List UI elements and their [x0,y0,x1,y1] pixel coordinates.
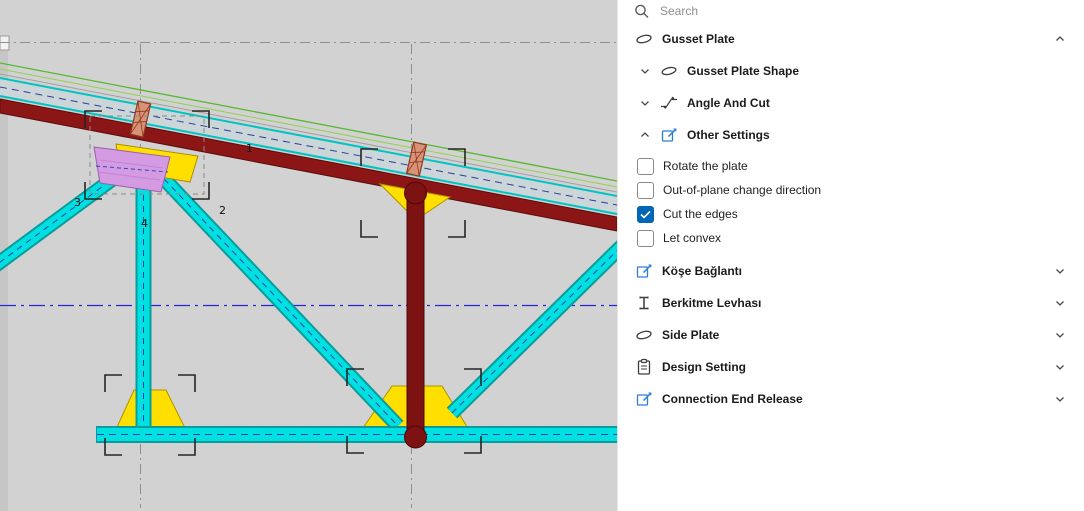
section-label: Side Plate [662,328,719,342]
edit-icon [660,126,678,144]
member-label-3: 3 [74,196,81,209]
checkbox-label: Out-of-plane change direction [663,183,821,197]
chevron-down-icon [1054,329,1066,341]
section-connection-end-release[interactable]: Connection End Release [618,386,1084,412]
search-icon [634,3,650,19]
section-label: Connection End Release [662,392,803,406]
edit-icon [635,390,653,408]
angle-cut-icon [660,94,678,112]
checkbox[interactable] [637,206,654,223]
checkbox-label: Rotate the plate [663,159,748,173]
section-label: Berkitme Levhası [662,296,761,310]
plate-icon [660,62,678,80]
cad-viewport[interactable]: 1 2 3 4 [0,0,617,511]
ibeam-icon [635,294,653,312]
checkbox[interactable] [637,230,654,247]
chevron-down-icon [1054,265,1066,277]
subsection-label: Angle And Cut [687,96,770,110]
chevron-down-icon [639,65,651,77]
member-label-2: 2 [219,204,226,217]
section-label: Köşe Bağlantı [662,264,742,278]
section-label: Gusset Plate [662,32,735,46]
chevron-up-icon [1054,33,1066,45]
checkbox[interactable] [637,158,654,175]
chevron-down-icon [639,97,651,109]
chevron-down-icon [1054,361,1066,373]
checkbox[interactable] [637,182,654,199]
search-input[interactable] [658,3,902,19]
checkbox-row-out-of-plane[interactable]: Out-of-plane change direction [618,178,1084,202]
checkbox-label: Cut the edges [663,207,738,221]
section-berkitme-levhasi[interactable]: Berkitme Levhası [618,290,1084,316]
section-design-setting[interactable]: Design Setting [618,354,1084,380]
section-gusset-plate[interactable]: Gusset Plate [618,26,1084,52]
truss-drawing: 1 2 3 4 [0,0,617,511]
chevron-up-icon [639,129,651,141]
subsection-gusset-plate-shape[interactable]: Gusset Plate Shape [618,58,1084,84]
connection-settings-panel: Gusset Plate Gusset Plate Shape Angle An… [617,0,1084,511]
pipe-column [405,182,427,448]
section-kose-baglanti[interactable]: Köşe Bağlantı [618,258,1084,284]
plate-icon [635,30,653,48]
plate-icon [635,326,653,344]
chevron-down-icon [1054,393,1066,405]
subsection-other-settings[interactable]: Other Settings [618,122,1084,148]
member-label-4: 4 [141,217,148,230]
edit-icon [635,262,653,280]
subsection-label: Other Settings [687,128,770,142]
chevron-down-icon [1054,297,1066,309]
search-row [618,0,1084,22]
member-label-1: 1 [246,142,253,155]
checkbox-row-let-convex[interactable]: Let convex [618,226,1084,250]
subsection-angle-and-cut[interactable]: Angle And Cut [618,90,1084,116]
checkbox-label: Let convex [663,231,721,245]
section-side-plate[interactable]: Side Plate [618,322,1084,348]
connection-design-app: 1 2 3 4 Gusset Plate [0,0,1084,511]
section-label: Design Setting [662,360,746,374]
subsection-label: Gusset Plate Shape [687,64,799,78]
clipboard-icon [635,358,653,376]
checkbox-row-cut-the-edges[interactable]: Cut the edges [618,202,1084,226]
checkbox-row-rotate-the-plate[interactable]: Rotate the plate [618,154,1084,178]
